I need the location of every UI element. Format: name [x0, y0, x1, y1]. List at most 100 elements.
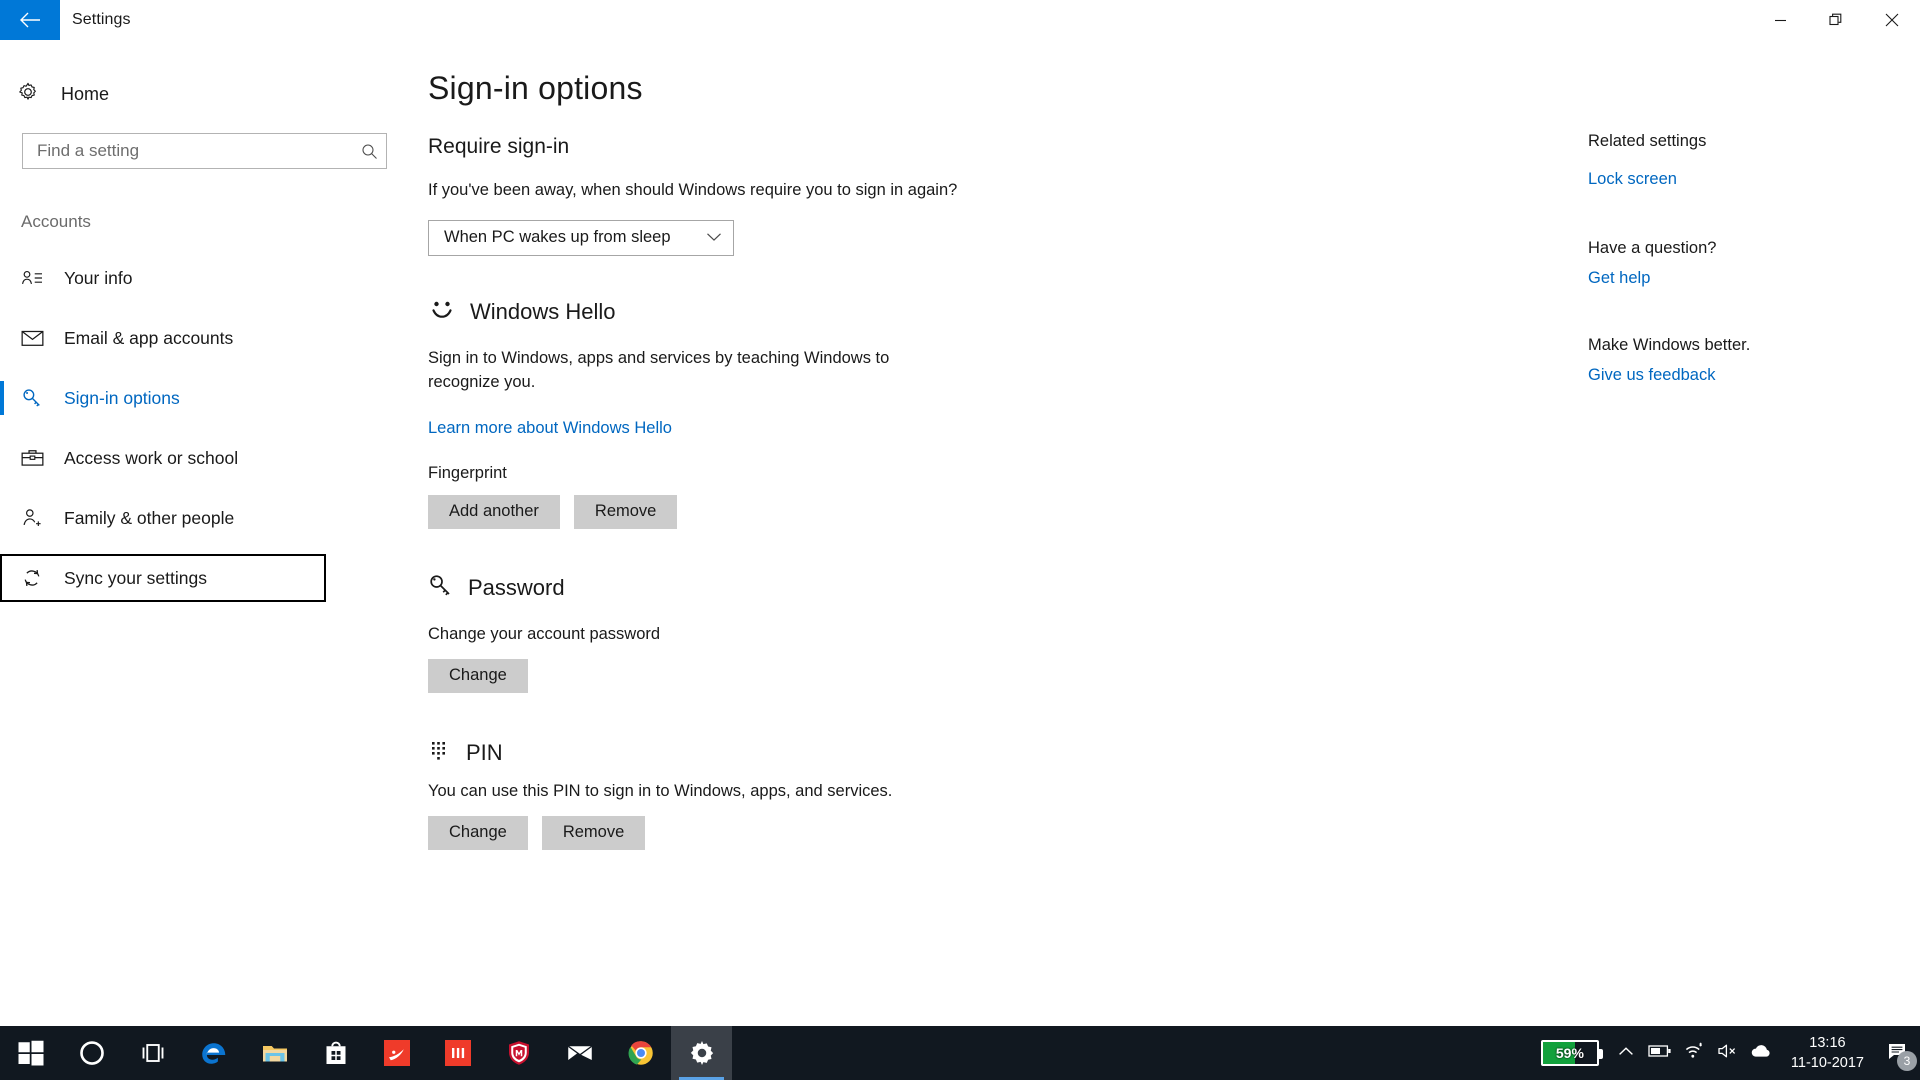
related-settings-heading: Related settings	[1588, 132, 1707, 150]
sidebar-item-email-app-accounts[interactable]: Email & app accounts	[0, 308, 400, 368]
sidebar-item-your-info[interactable]: Your info	[0, 248, 400, 308]
cortana-button[interactable]	[61, 1026, 122, 1080]
battery-tray-button[interactable]	[1643, 1026, 1677, 1080]
sidebar-item-family-other-people[interactable]: Family & other people	[0, 488, 400, 548]
sidebar-item-access-work-or-school[interactable]: Access work or school	[0, 428, 400, 488]
envelope-icon	[21, 329, 51, 347]
require-signin-dropdown[interactable]: When PC wakes up from sleep	[428, 219, 734, 256]
minimize-button[interactable]	[1752, 0, 1808, 40]
task-view-button[interactable]	[122, 1026, 183, 1080]
start-button[interactable]	[0, 1026, 61, 1080]
sidebar-item-label: Family & other people	[64, 507, 235, 528]
sidebar-item-home[interactable]: Home	[0, 73, 380, 115]
mail-taskbar-icon[interactable]	[549, 1026, 610, 1080]
chevron-down-icon	[706, 228, 722, 247]
briefcase-icon	[21, 448, 51, 468]
password-button-row: Change	[428, 658, 1558, 693]
red-app-one-taskbar-icon[interactable]	[366, 1026, 427, 1080]
show-hidden-icons-button[interactable]	[1609, 1026, 1643, 1080]
folder-icon	[260, 1038, 290, 1068]
sidebar-item-label: Your info	[64, 267, 133, 288]
fingerprint-remove-button[interactable]: Remove	[573, 494, 678, 529]
action-center-button[interactable]: 3	[1876, 1026, 1920, 1080]
sidebar: Home Accounts You	[0, 40, 410, 1020]
battery-percent-label: 59%	[1555, 1045, 1584, 1061]
red-bars-icon	[443, 1038, 473, 1068]
window-controls	[1752, 0, 1920, 40]
search-box[interactable]	[22, 133, 387, 169]
sidebar-item-label: Sync your settings	[64, 567, 207, 588]
pin-button-row: Change Remove	[428, 815, 1558, 850]
require-signin-dropdown-value: When PC wakes up from sleep	[444, 228, 671, 247]
smiley-face-icon	[428, 298, 456, 327]
windows-logo-icon	[16, 1038, 46, 1068]
related-settings-panel: Related settings Lock screen Have a ques…	[1588, 40, 1908, 385]
settings-taskbar-icon[interactable]	[671, 1026, 732, 1080]
sidebar-nav-list: Your info Email & app accounts Sign-in o…	[0, 248, 410, 602]
contact-card-icon	[21, 268, 51, 288]
speaker-muted-icon	[1717, 1043, 1739, 1064]
title-bar: Settings	[0, 0, 1920, 40]
chrome-taskbar-icon[interactable]	[610, 1026, 671, 1080]
require-signin-description: If you've been away, when should Windows…	[428, 181, 958, 199]
password-header: Password	[428, 573, 1558, 604]
sidebar-item-sync-your-settings[interactable]: Sync your settings	[0, 554, 326, 602]
taskbar: 59% 13:16 11-10-2017 3	[0, 1026, 1920, 1080]
page-title: Sign-in options	[428, 70, 643, 106]
clock-time: 13:16	[1809, 1035, 1846, 1051]
password-change-button[interactable]: Change	[428, 658, 528, 693]
learn-more-windows-hello-link[interactable]: Learn more about Windows Hello	[428, 419, 672, 438]
chrome-icon	[626, 1038, 656, 1068]
restore-button[interactable]	[1808, 0, 1864, 40]
chevron-up-icon	[1618, 1044, 1634, 1062]
wifi-icon	[1683, 1042, 1705, 1065]
taskbar-clock[interactable]: 13:16 11-10-2017	[1779, 1033, 1876, 1073]
key-icon	[21, 387, 51, 409]
battery-icon	[1648, 1044, 1672, 1063]
give-us-feedback-link[interactable]: Give us feedback	[1588, 366, 1716, 385]
pin-remove-button[interactable]: Remove	[541, 815, 646, 850]
file-explorer-taskbar-icon[interactable]	[244, 1026, 305, 1080]
pin-change-button[interactable]: Change	[428, 815, 528, 850]
person-add-icon	[21, 507, 51, 529]
windows-hello-header: Windows Hello	[428, 298, 1558, 327]
key-icon	[428, 573, 454, 604]
make-windows-better-heading: Make Windows better.	[1588, 336, 1751, 354]
clock-date: 11-10-2017	[1790, 1055, 1864, 1071]
require-signin-heading: Require sign-in	[428, 135, 570, 158]
pin-header: PIN	[428, 739, 1558, 768]
red-app-two-taskbar-icon[interactable]	[427, 1026, 488, 1080]
system-tray: 59% 13:16 11-10-2017 3	[1540, 1026, 1920, 1080]
volume-tray-button[interactable]	[1711, 1026, 1745, 1080]
search-icon	[352, 143, 386, 160]
fingerprint-button-row: Add another Remove	[428, 494, 1558, 529]
sidebar-home-label: Home	[61, 83, 110, 104]
network-tray-button[interactable]	[1677, 1026, 1711, 1080]
windows-hello-description: Sign in to Windows, apps and services by…	[428, 348, 890, 391]
search-input[interactable]	[23, 141, 352, 161]
store-bag-icon	[321, 1038, 351, 1068]
lock-screen-link[interactable]: Lock screen	[1588, 170, 1677, 189]
envelope-icon	[565, 1038, 595, 1068]
keypad-dots-icon	[428, 739, 452, 768]
app-title: Settings	[72, 11, 131, 28]
battery-percent-indicator[interactable]: 59%	[1540, 1040, 1603, 1066]
edge-icon	[199, 1038, 229, 1068]
back-button[interactable]	[0, 0, 60, 40]
sync-refresh-icon	[21, 567, 51, 589]
onedrive-tray-button[interactable]	[1745, 1026, 1779, 1080]
fingerprint-add-another-button[interactable]: Add another	[428, 494, 560, 529]
mcafee-taskbar-icon[interactable]	[488, 1026, 549, 1080]
gear-icon	[17, 81, 39, 108]
sidebar-item-label: Sign-in options	[64, 387, 180, 408]
task-view-icon	[138, 1038, 168, 1068]
sidebar-item-sign-in-options[interactable]: Sign-in options	[0, 368, 400, 428]
get-help-link[interactable]: Get help	[1588, 269, 1650, 288]
microsoft-store-taskbar-icon[interactable]	[305, 1026, 366, 1080]
main-content: Sign-in options Require sign-in If you'v…	[428, 40, 1558, 850]
password-description: Change your account password	[428, 624, 661, 643]
action-center-badge: 3	[1897, 1051, 1917, 1071]
close-button[interactable]	[1864, 0, 1920, 40]
edge-taskbar-icon[interactable]	[183, 1026, 244, 1080]
pin-heading: PIN	[466, 740, 503, 766]
